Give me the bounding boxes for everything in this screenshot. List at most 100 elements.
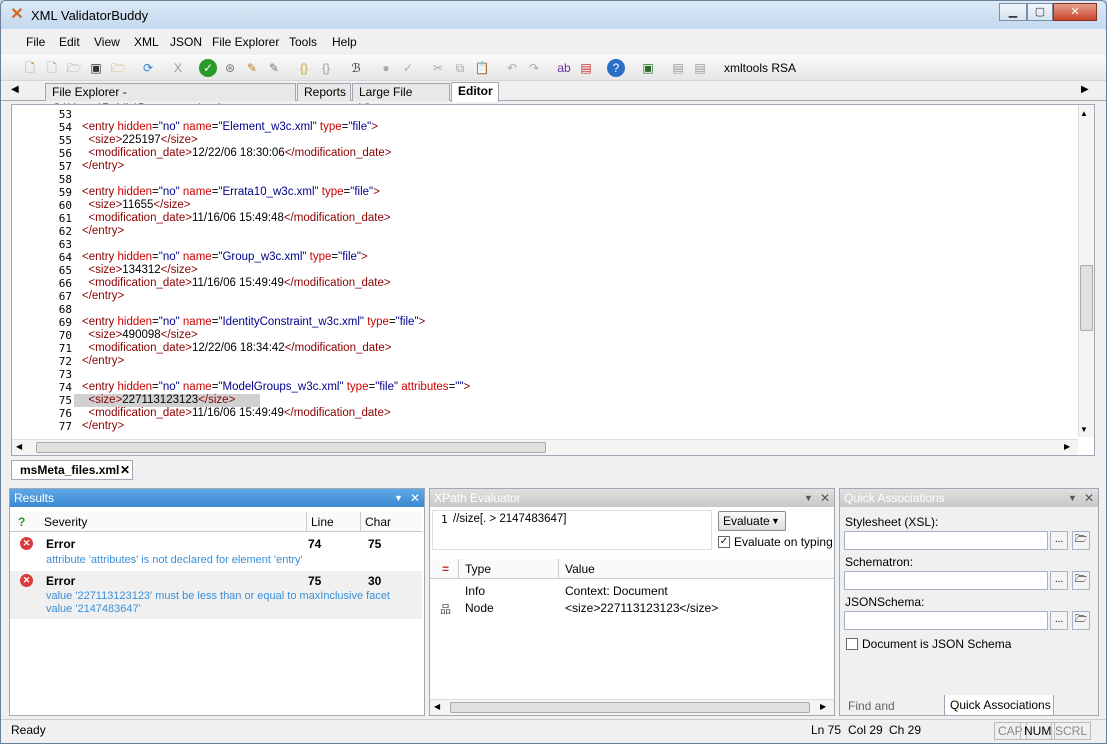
transform-icon[interactable]: ✎ — [243, 59, 261, 77]
undo-icon[interactable]: ↶ — [503, 59, 521, 77]
menu-edit[interactable]: Edit — [59, 35, 80, 49]
xpath-result-row[interactable]: Info Context: Document — [430, 583, 834, 600]
document-tab[interactable]: msMeta_files.xml ✕ — [11, 460, 133, 480]
open-icon[interactable]: 🗁 — [65, 59, 83, 77]
code-line[interactable]: <entry hidden="no" name="Element_w3c.xml… — [82, 121, 378, 134]
tab-find-replace[interactable]: Find and Replace — [842, 696, 942, 733]
stop-icon[interactable]: ● — [377, 59, 395, 77]
menu-help[interactable]: Help — [332, 35, 357, 49]
menu-tools[interactable]: Tools — [289, 35, 317, 49]
code-line[interactable]: <size>227113123123</size> — [74, 394, 260, 407]
xpath-expression-input[interactable]: 1 //size[. > 2147483647] — [432, 510, 712, 550]
jsonschema-open-icon[interactable]: 🗁 — [1072, 611, 1090, 630]
jsonschema-browse-button[interactable]: ... — [1050, 611, 1068, 630]
menu-json[interactable]: JSON — [170, 35, 202, 49]
maximize-button[interactable]: ▢ — [1027, 3, 1053, 21]
code-line[interactable]: </entry> — [82, 160, 124, 173]
scroll-right-icon[interactable]: ▶ — [820, 702, 826, 711]
close-document-icon[interactable]: ✕ — [120, 461, 130, 479]
schema-icon[interactable]: ✎ — [265, 59, 283, 77]
quick-close-icon[interactable]: ✕ — [1084, 489, 1094, 507]
menu-xml[interactable]: XML — [134, 35, 159, 49]
code-line[interactable]: <modification_date>12/22/06 18:34:42</mo… — [82, 342, 391, 355]
code-line[interactable]: <size>11655</size> — [82, 199, 190, 212]
result-row[interactable]: ✕ Error 75 30 value '227113123123' must … — [10, 571, 422, 619]
byte-icon[interactable]: ℬ — [347, 59, 365, 77]
scroll-left-icon[interactable]: ◀ — [16, 442, 22, 451]
validate-icon[interactable]: ✓ — [199, 59, 217, 77]
xpath-scroll-thumb[interactable] — [450, 702, 810, 713]
menu-file-explorer[interactable]: File Explorer — [212, 35, 279, 49]
print-icon[interactable]: ▤ — [691, 59, 709, 77]
schematron-browse-button[interactable]: ... — [1050, 571, 1068, 590]
code-line[interactable]: <size>490098</size> — [82, 329, 197, 342]
schematron-open-icon[interactable]: 🗁 — [1072, 571, 1090, 590]
code-line[interactable]: <modification_date>11/16/06 15:49:49</mo… — [82, 407, 390, 420]
results-close-icon[interactable]: ✕ — [410, 489, 420, 507]
results-menu-icon[interactable]: ▼ — [394, 489, 403, 507]
code-line[interactable]: <entry hidden="no" name="Errata10_w3c.xm… — [82, 186, 380, 199]
menu-view[interactable]: View — [94, 35, 120, 49]
result-row[interactable]: ✕ Error 74 75 attribute 'attributes' is … — [10, 535, 422, 567]
schematron-input[interactable] — [844, 571, 1048, 590]
code-line[interactable]: <entry hidden="no" name="ModelGroups_w3c… — [82, 381, 470, 394]
vertical-scroll-thumb[interactable] — [1080, 265, 1093, 331]
cut-icon[interactable]: ✂ — [429, 59, 447, 77]
report-icon[interactable]: ▤ — [669, 59, 687, 77]
col-value[interactable]: Value — [558, 559, 595, 579]
toolbar-label[interactable]: xmltools RSA — [724, 61, 796, 75]
vertical-scrollbar[interactable]: ▲ ▼ — [1078, 105, 1094, 437]
tab-scroll-left-icon[interactable]: ◀ — [11, 84, 19, 95]
xsl-open-icon[interactable]: 🗁 — [1072, 531, 1090, 550]
minimize-button[interactable]: ▁ — [999, 3, 1027, 21]
col-char[interactable]: Char — [360, 512, 391, 532]
copy-icon[interactable]: ⧉ — [451, 59, 469, 77]
tab-large-file-viewer[interactable]: Large File Viewer — [352, 83, 450, 115]
xsl-browse-button[interactable]: ... — [1050, 531, 1068, 550]
scroll-up-icon[interactable]: ▲ — [1080, 109, 1088, 118]
is-json-schema-checkbox[interactable] — [846, 638, 858, 650]
code-line[interactable]: </entry> — [82, 355, 124, 368]
code-line[interactable]: </entry> — [82, 420, 124, 433]
scroll-down-icon[interactable]: ▼ — [1080, 425, 1088, 434]
xpath-close-icon[interactable]: ✕ — [820, 489, 830, 507]
xpath-horizontal-scrollbar[interactable]: ◀ ▶ — [430, 699, 834, 715]
tab-quick-associations[interactable]: Quick Associations — [944, 695, 1054, 716]
col-line[interactable]: Line — [306, 512, 334, 532]
replace-icon[interactable]: ab — [555, 59, 573, 77]
refresh-icon[interactable]: ⟳ — [139, 59, 157, 77]
code-line[interactable]: <entry hidden="no" name="Group_w3c.xml" … — [82, 251, 368, 264]
code-line[interactable]: <entry hidden="no" name="IdentityConstra… — [82, 316, 425, 329]
unformat-icon[interactable]: {} — [317, 59, 335, 77]
code-editor[interactable]: 53 54 <entry hidden="no" name="Element_w3c… — [11, 104, 1095, 456]
scroll-left-icon[interactable]: ◀ — [434, 702, 440, 711]
new-file-icon[interactable]: 🗋 — [21, 59, 39, 77]
console-icon[interactable]: ▣ — [639, 59, 657, 77]
paste-icon[interactable]: 📋 — [473, 59, 491, 77]
xsl-input[interactable] — [844, 531, 1048, 550]
quick-menu-icon[interactable]: ▼ — [1068, 489, 1077, 507]
help-icon[interactable]: ? — [607, 59, 625, 77]
tab-file-explorer[interactable]: File Explorer - C:\Users\Public\Document… — [45, 83, 296, 115]
col-severity[interactable]: Severity — [44, 512, 87, 532]
scroll-right-icon[interactable]: ▶ — [1064, 442, 1070, 451]
bookmark-icon[interactable]: ▤ — [577, 59, 595, 77]
save-all-icon[interactable]: 🗁 — [109, 59, 127, 77]
close-button[interactable]: ✕ — [1053, 3, 1097, 21]
tab-scroll-right-icon[interactable]: ▶ — [1081, 84, 1089, 95]
tab-reports[interactable]: Reports — [297, 83, 351, 101]
format-icon[interactable]: {} — [295, 59, 313, 77]
xsl-icon[interactable]: X — [169, 59, 187, 77]
code-line[interactable]: <size>225197</size> — [82, 134, 197, 147]
tab-editor[interactable]: Editor — [451, 82, 499, 102]
evaluate-dropdown[interactable]: Evaluate ▼ — [718, 511, 786, 531]
redo-icon[interactable]: ↷ — [525, 59, 543, 77]
xpath-result-row[interactable]: 品 Node <size>227113123123</size> — [430, 600, 834, 617]
new-from-template-icon[interactable]: 🗋 — [43, 59, 61, 77]
menu-file[interactable]: File — [26, 35, 45, 49]
code-line[interactable]: </entry> — [82, 290, 124, 303]
horizontal-scrollbar[interactable]: ◀ ▶ — [12, 439, 1078, 455]
evaluate-on-typing-checkbox[interactable]: ✓ — [718, 536, 730, 548]
code-line[interactable]: </entry> — [82, 225, 124, 238]
disabled-check-icon[interactable]: ✓ — [399, 59, 417, 77]
